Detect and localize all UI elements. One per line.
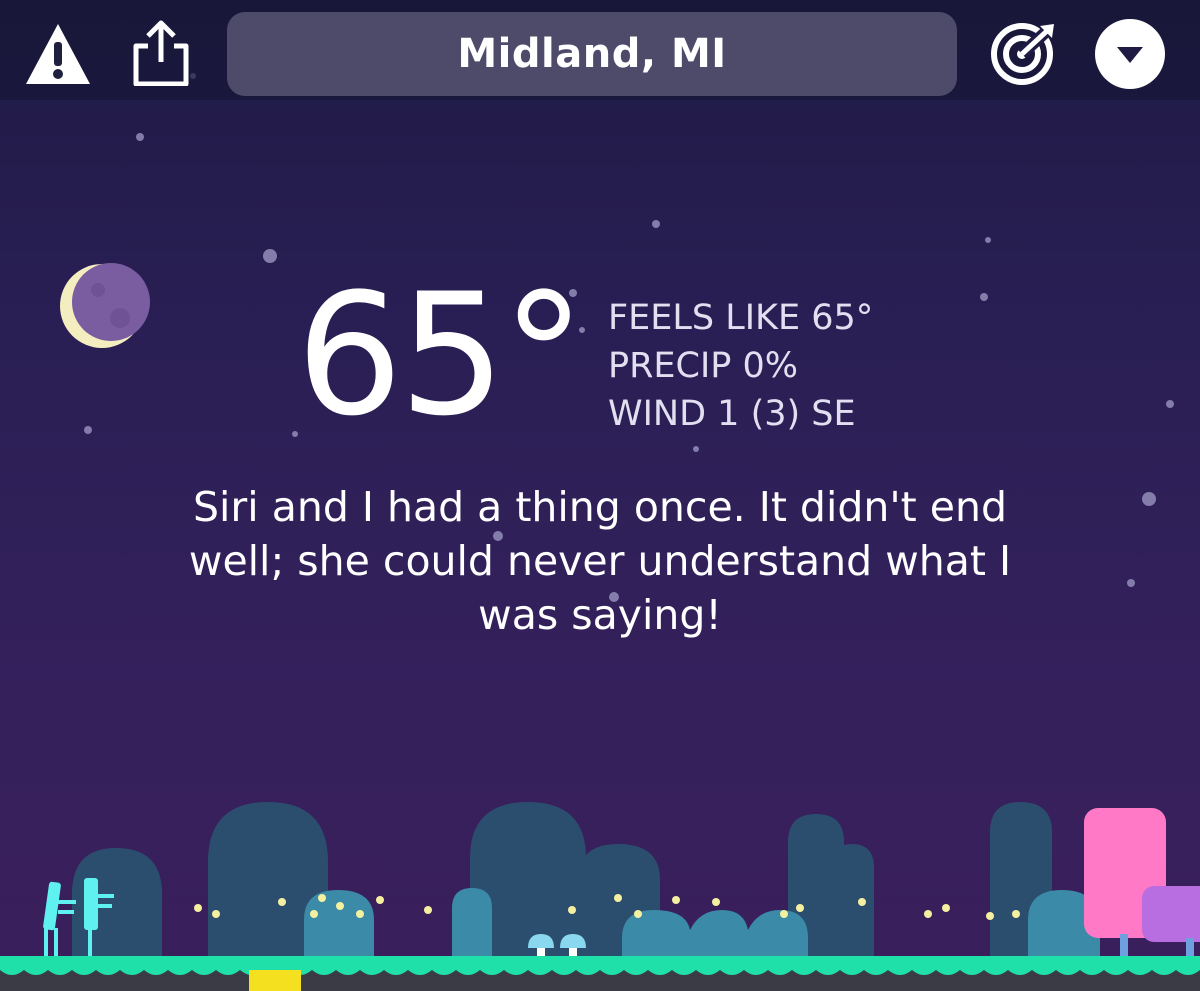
wind-text: WIND 1 (3) SE xyxy=(608,394,856,434)
location-label: Midland, MI xyxy=(457,31,727,77)
weather-details: FEELS LIKE 65° PRECIP 0% WIND 1 (3) SE xyxy=(608,294,1008,438)
top-bar: Midland, MI xyxy=(0,0,1200,100)
night-landscape-illustration xyxy=(0,802,1200,991)
dropdown-icon[interactable] xyxy=(1094,18,1166,90)
radar-icon[interactable] xyxy=(988,20,1060,86)
share-icon[interactable] xyxy=(130,18,192,87)
weather-quip: Siri and I had a thing once. It didn't e… xyxy=(188,483,1012,639)
location-selector[interactable]: Midland, MI xyxy=(227,12,957,96)
precip-text: PRECIP 0% xyxy=(608,346,799,386)
feels-like-text: FEELS LIKE 65° xyxy=(608,298,874,338)
current-temperature: 65° xyxy=(296,257,586,453)
warning-icon[interactable] xyxy=(24,20,92,88)
crescent-moon-icon xyxy=(58,262,150,354)
